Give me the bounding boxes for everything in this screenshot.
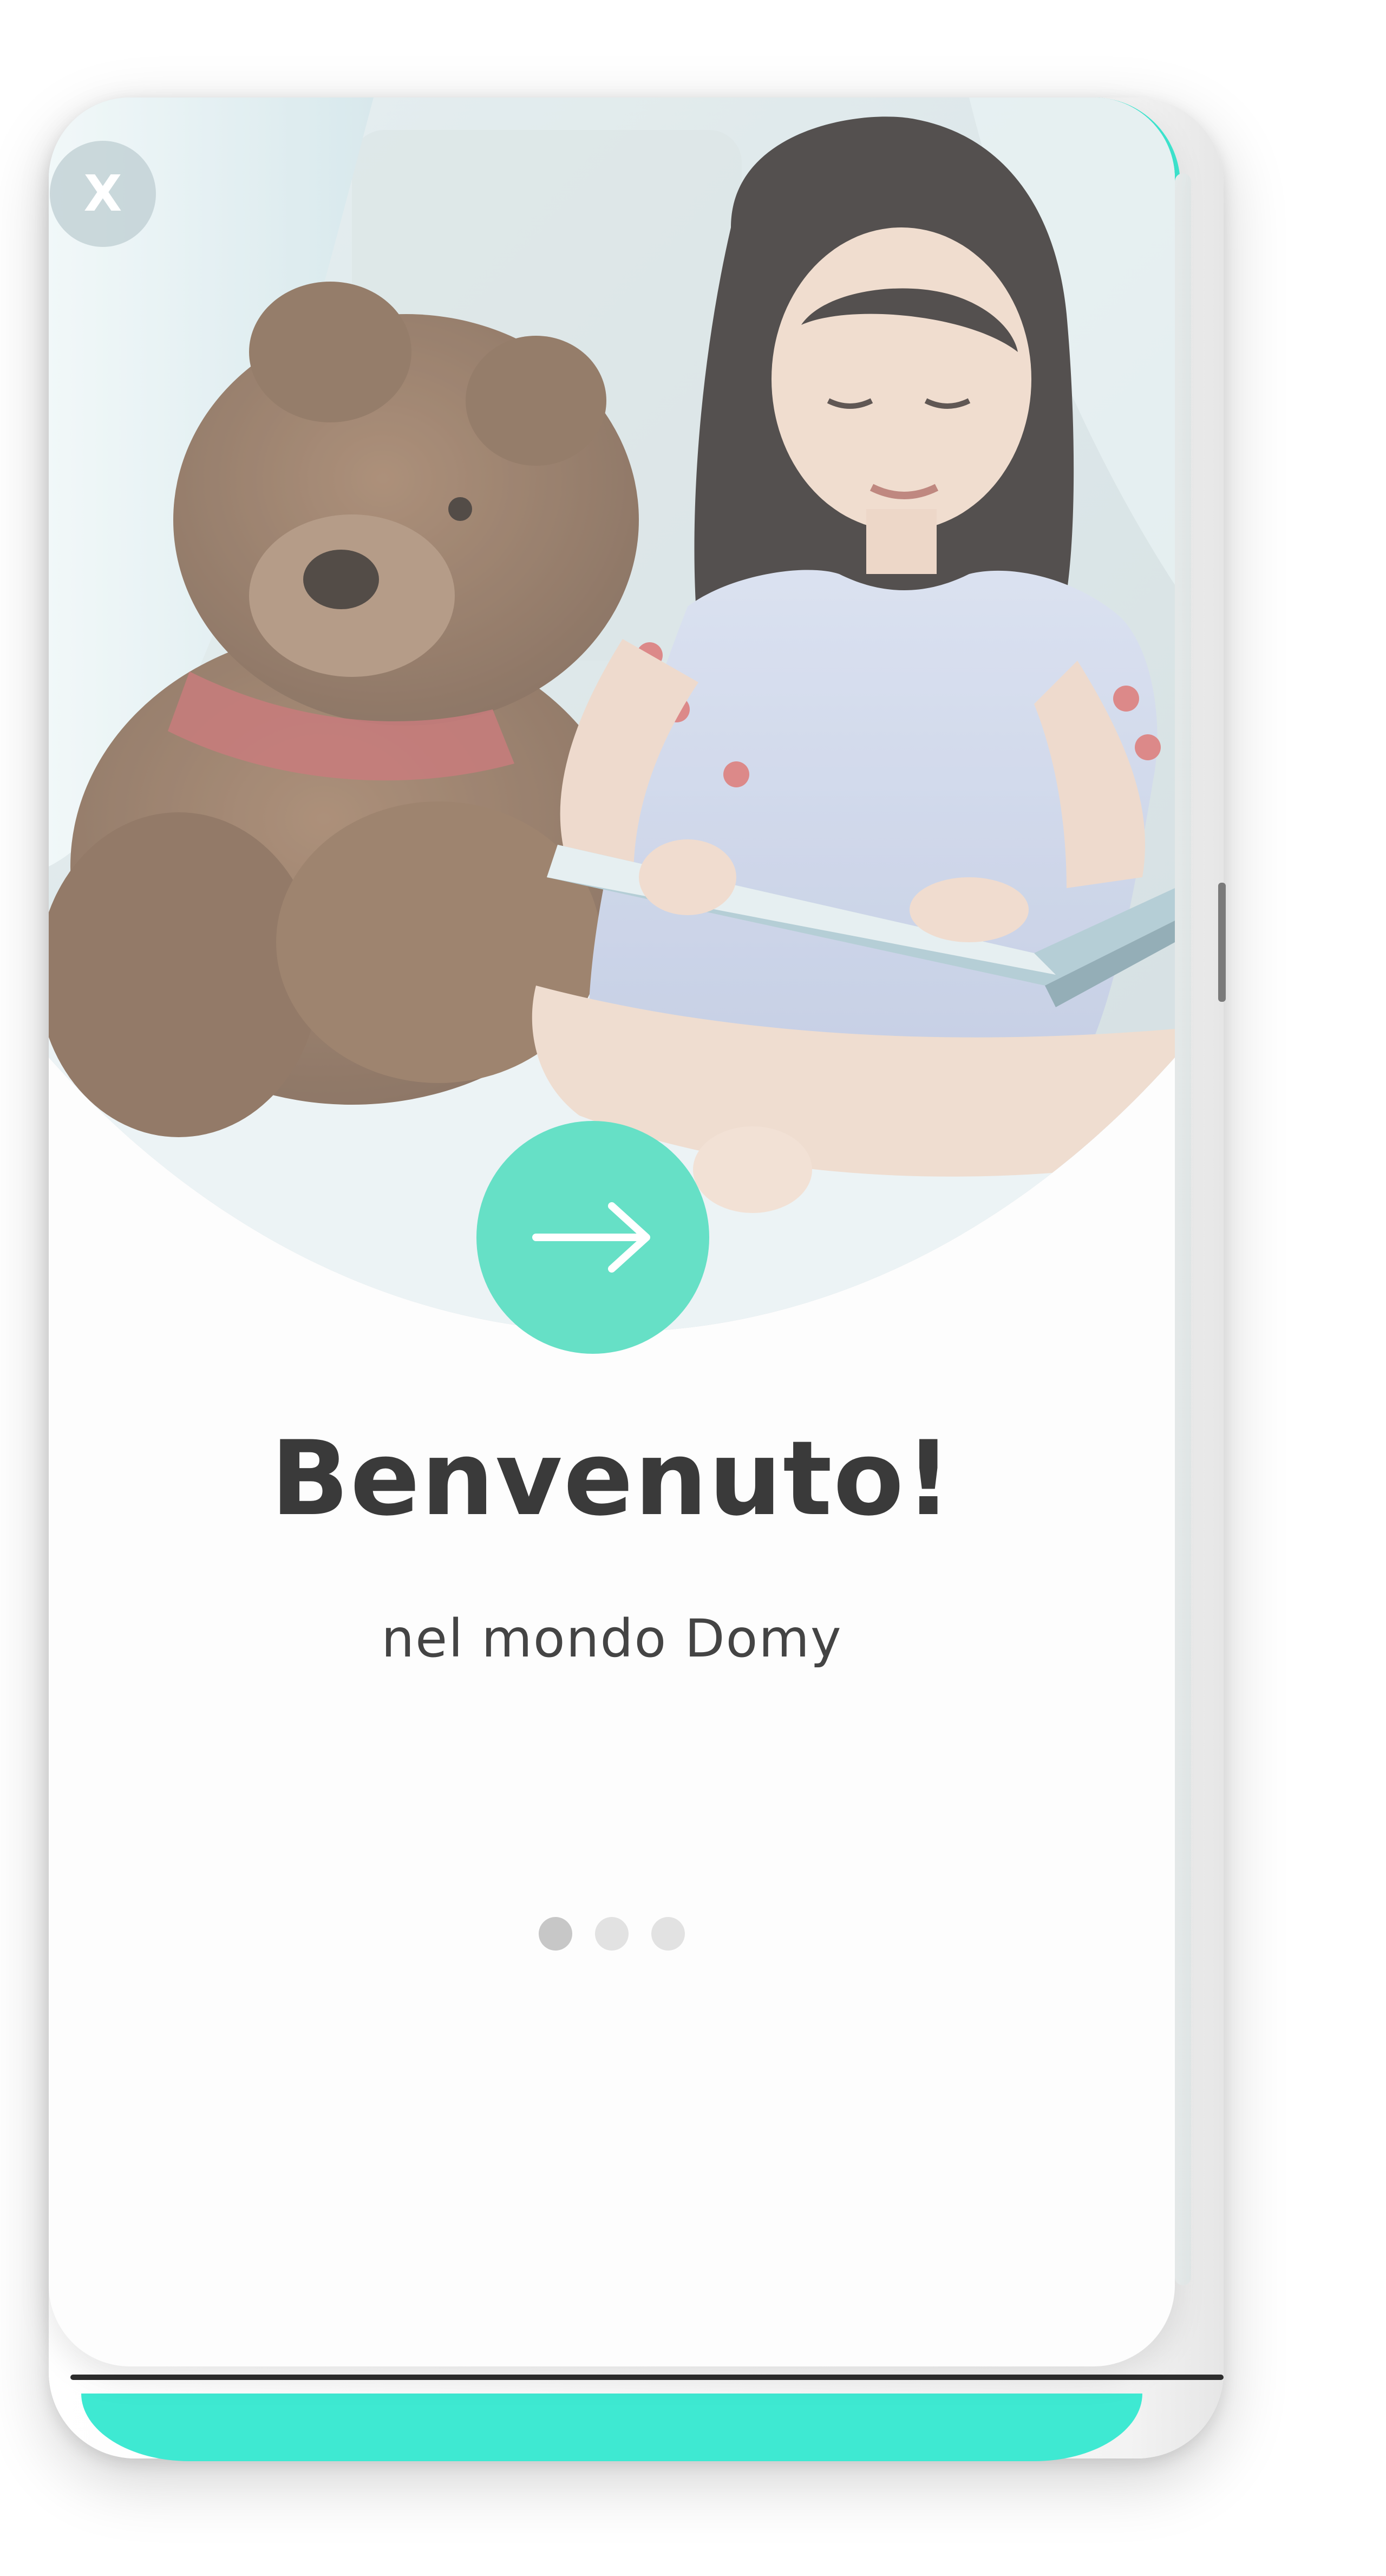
app-stage: X Benvenuto! nel mondo Domy [0, 0, 1386, 2576]
device-bottom-edge [70, 2375, 1224, 2380]
device-bottom-accent [81, 2394, 1142, 2461]
pagination-dots [49, 1917, 1175, 1951]
device-edge-rail [1175, 173, 1191, 2285]
pagination-dot-2[interactable] [595, 1917, 629, 1951]
device-side-button [1218, 883, 1226, 1002]
next-button[interactable] [476, 1121, 709, 1354]
onboarding-screen: X Benvenuto! nel mondo Domy [49, 97, 1175, 2366]
arrow-right-icon [532, 1202, 650, 1273]
welcome-title: Benvenuto! [270, 1419, 953, 1538]
pagination-dot-1[interactable] [539, 1917, 572, 1951]
close-label: X [83, 165, 122, 223]
close-button[interactable]: X [50, 141, 156, 247]
welcome-subtitle: nel mondo Domy [381, 1608, 842, 1669]
pagination-dot-3[interactable] [651, 1917, 685, 1951]
